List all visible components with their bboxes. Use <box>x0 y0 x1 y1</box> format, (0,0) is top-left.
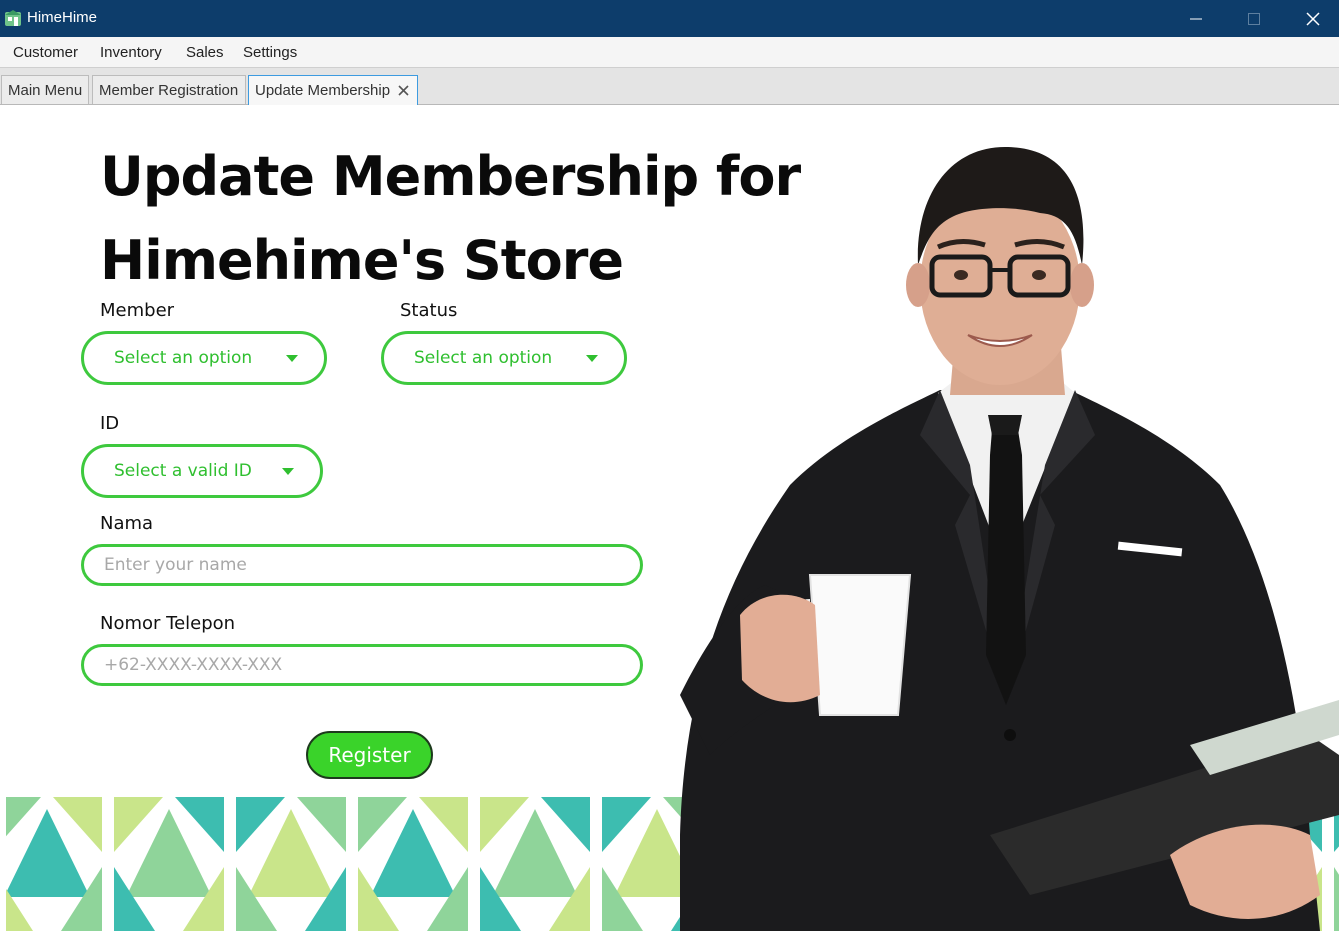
member-label: Member <box>100 300 175 321</box>
menu-customer[interactable]: Customer <box>13 44 78 61</box>
minimize-button[interactable] <box>1173 0 1219 37</box>
close-icon <box>1306 11 1320 26</box>
status-label: Status <box>400 300 458 321</box>
menu-settings[interactable]: Settings <box>243 44 297 61</box>
heading-line-1: Update Membership for <box>100 145 801 208</box>
member-select-value: Select an option <box>114 348 253 368</box>
tab-bar: Main Menu Member Registration Update Mem… <box>0 68 1339 105</box>
chevron-down-icon <box>282 468 294 475</box>
status-select[interactable]: Select an option <box>381 331 627 385</box>
menu-sales[interactable]: Sales <box>186 44 224 61</box>
tab-label: Member Registration <box>99 82 239 99</box>
id-select-value: Select a valid ID <box>114 461 252 481</box>
member-select[interactable]: Select an option <box>81 331 327 385</box>
tab-main-menu[interactable]: Main Menu <box>1 75 89 104</box>
tab-member-registration[interactable]: Member Registration <box>92 75 246 104</box>
nama-label: Nama <box>100 513 154 534</box>
title-bar: HimeHime <box>0 0 1339 37</box>
phone-input[interactable] <box>81 644 643 686</box>
id-label: ID <box>100 413 120 434</box>
page-heading: Update Membership for Himehime's Store <box>100 135 820 303</box>
tab-close-icon[interactable] <box>398 85 409 96</box>
chevron-down-icon <box>286 355 298 362</box>
window-title: HimeHime <box>27 9 98 26</box>
update-membership-panel: Update Membership for Himehime's Store M… <box>0 105 1339 931</box>
maximize-button[interactable] <box>1231 0 1277 37</box>
chevron-down-icon <box>586 355 598 362</box>
name-input[interactable] <box>81 544 643 586</box>
menu-bar: Customer Inventory Sales Settings <box>0 37 1339 68</box>
register-button[interactable]: Register <box>306 731 433 779</box>
tab-label: Main Menu <box>8 82 83 99</box>
minimize-icon <box>1190 18 1202 19</box>
tab-label: Update Membership <box>255 82 391 99</box>
tab-update-membership[interactable]: Update Membership <box>248 75 418 105</box>
menu-inventory[interactable]: Inventory <box>100 44 162 61</box>
id-select[interactable]: Select a valid ID <box>81 444 323 498</box>
store-logo-icon <box>5 10 21 26</box>
phone-label: Nomor Telepon <box>100 613 236 634</box>
status-select-value: Select an option <box>414 348 553 368</box>
maximize-icon <box>1248 12 1260 25</box>
heading-line-2: Himehime's Store <box>100 229 624 292</box>
close-button[interactable] <box>1290 0 1336 37</box>
